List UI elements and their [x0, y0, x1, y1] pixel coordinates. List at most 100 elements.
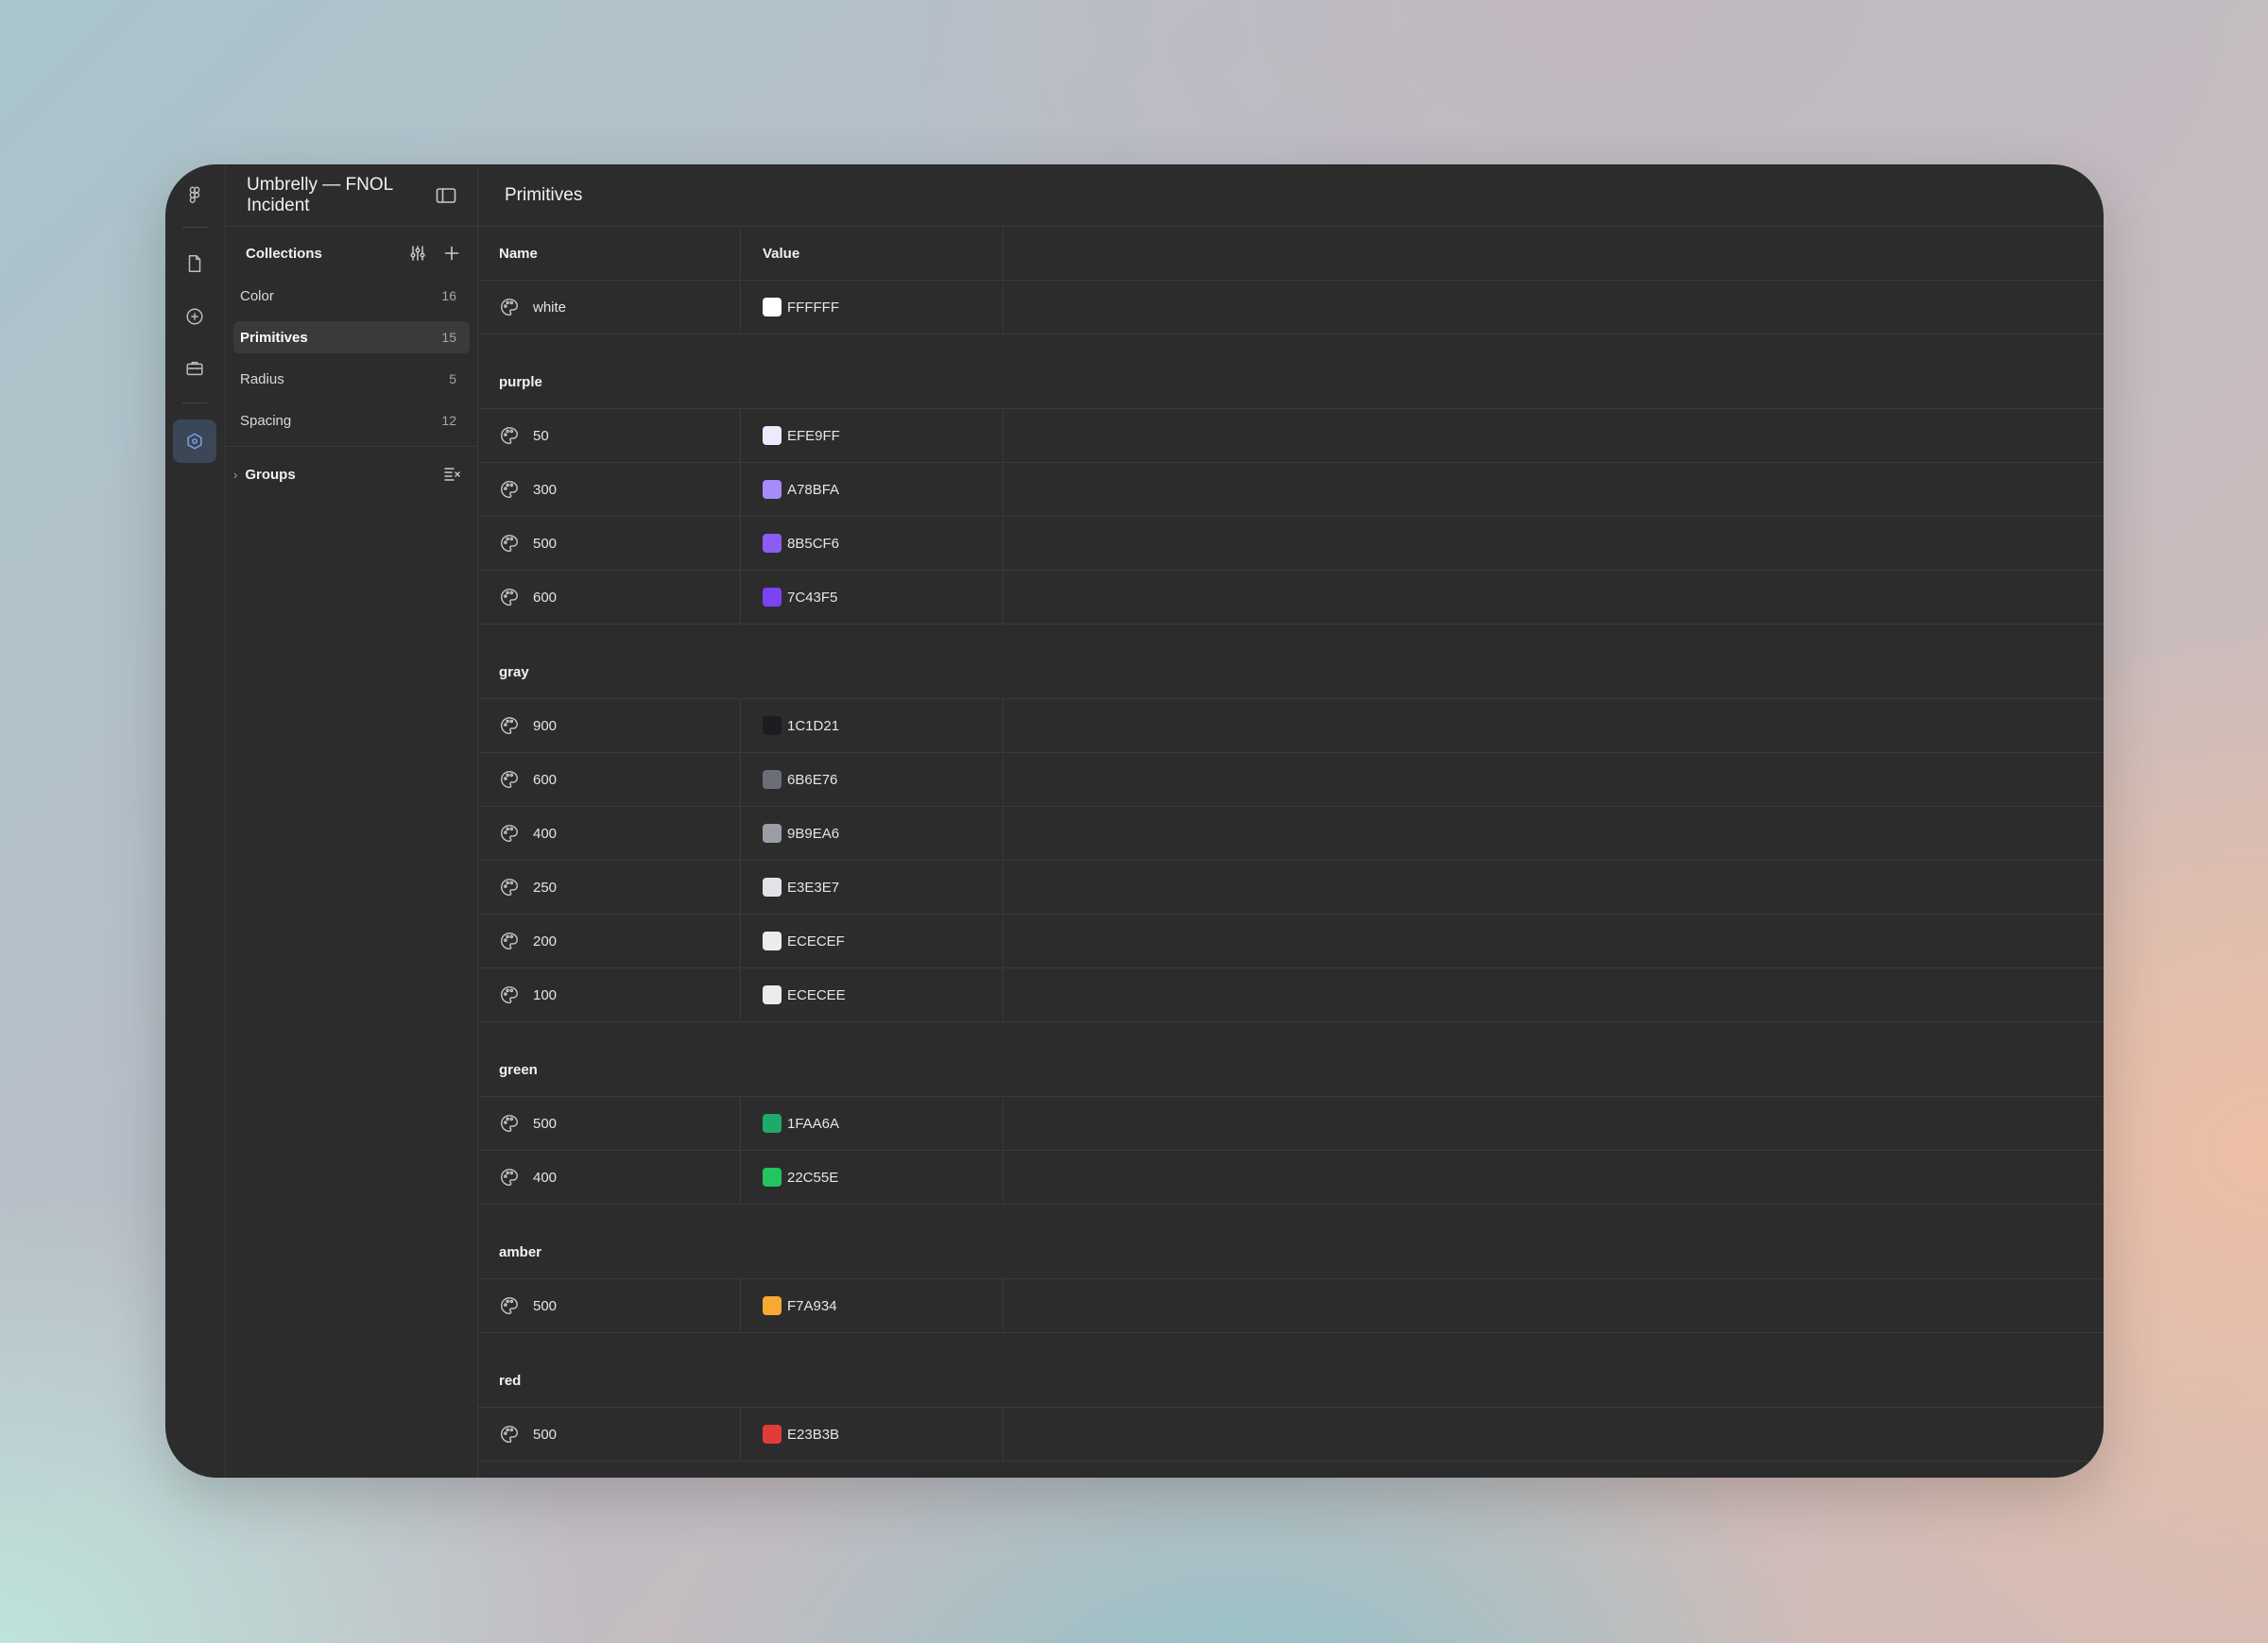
- variable-value-cell[interactable]: 8B5CF6: [741, 517, 1004, 570]
- variable-value-cell[interactable]: E3E3E7: [741, 861, 1004, 914]
- collection-item-color[interactable]: Color 16: [233, 280, 470, 312]
- variable-name: 400: [533, 825, 558, 842]
- variable-name-cell[interactable]: 300: [478, 463, 741, 516]
- collections-panel: Umbrelly — FNOL Incident Collections Col…: [226, 164, 478, 1478]
- collection-count: 5: [449, 371, 456, 386]
- variable-name-cell[interactable]: 50: [478, 409, 741, 462]
- variable-name-cell[interactable]: 500: [478, 1097, 741, 1150]
- color-swatch[interactable]: [763, 534, 782, 553]
- empty-cell: [1004, 517, 2104, 570]
- color-swatch[interactable]: [763, 1168, 782, 1187]
- variable-name-cell[interactable]: 250: [478, 861, 741, 914]
- table-row[interactable]: 50 EFE9FF: [478, 409, 2104, 463]
- variable-name-cell[interactable]: 500: [478, 1279, 741, 1332]
- color-swatch[interactable]: [763, 1296, 782, 1315]
- table-row[interactable]: 200 ECECEF: [478, 915, 2104, 968]
- table-row[interactable]: 100 ECECEE: [478, 968, 2104, 1022]
- group-header-amber: amber: [478, 1205, 2104, 1279]
- color-swatch[interactable]: [763, 426, 782, 445]
- variable-value-cell[interactable]: 9B9EA6: [741, 807, 1004, 860]
- chevron-right-icon[interactable]: ›: [233, 468, 237, 482]
- figma-logo-icon[interactable]: [173, 174, 216, 217]
- add-circle-icon[interactable]: [173, 295, 216, 338]
- collection-item-radius[interactable]: Radius 5: [233, 363, 470, 395]
- table-row[interactable]: 400 9B9EA6: [478, 807, 2104, 861]
- color-swatch[interactable]: [763, 480, 782, 499]
- groups-label: Groups: [245, 466, 296, 483]
- variables-table-area: Primitives Name Value white FFFFFF purple 5…: [478, 164, 2104, 1478]
- groups-header[interactable]: › Groups: [226, 447, 477, 502]
- adjust-icon[interactable]: [409, 245, 426, 262]
- variable-value-cell[interactable]: 22C55E: [741, 1151, 1004, 1204]
- variable-value-cell[interactable]: 1FAA6A: [741, 1097, 1004, 1150]
- variable-name-cell[interactable]: 500: [478, 517, 741, 570]
- variable-name-cell[interactable]: 200: [478, 915, 741, 967]
- app-window: Umbrelly — FNOL Incident Collections Col…: [165, 164, 2104, 1478]
- color-swatch[interactable]: [763, 1425, 782, 1444]
- toolbox-icon[interactable]: [173, 347, 216, 390]
- variable-value: 22C55E: [787, 1169, 839, 1186]
- color-swatch[interactable]: [763, 770, 782, 789]
- icon-rail: [165, 164, 226, 1478]
- palette-icon: [499, 931, 520, 951]
- color-swatch[interactable]: [763, 298, 782, 317]
- color-swatch[interactable]: [763, 588, 782, 607]
- variable-value-cell[interactable]: F7A934: [741, 1279, 1004, 1332]
- add-collection-icon[interactable]: [443, 245, 460, 262]
- collection-item-primitives[interactable]: Primitives 15: [233, 321, 470, 353]
- variable-value-cell[interactable]: E23B3B: [741, 1408, 1004, 1461]
- variable-name: 600: [533, 589, 558, 606]
- variable-value-cell[interactable]: ECECEF: [741, 915, 1004, 967]
- color-swatch[interactable]: [763, 932, 782, 950]
- variable-name-cell[interactable]: white: [478, 281, 741, 334]
- variable-name-cell[interactable]: 100: [478, 968, 741, 1021]
- collapse-groups-icon[interactable]: [443, 466, 462, 483]
- variable-value: 8B5CF6: [787, 535, 840, 552]
- variable-name-cell[interactable]: 400: [478, 807, 741, 860]
- table-row[interactable]: 500 1FAA6A: [478, 1097, 2104, 1151]
- table-row[interactable]: 600 6B6E76: [478, 753, 2104, 807]
- table-row[interactable]: white FFFFFF: [478, 281, 2104, 334]
- table-row[interactable]: 300 A78BFA: [478, 463, 2104, 517]
- variable-value: A78BFA: [787, 481, 840, 498]
- table-row[interactable]: 250 E3E3E7: [478, 861, 2104, 915]
- table-row[interactable]: 500 E23B3B: [478, 1408, 2104, 1462]
- variable-value-cell[interactable]: FFFFFF: [741, 281, 1004, 334]
- color-swatch[interactable]: [763, 985, 782, 1004]
- variable-name-cell[interactable]: 400: [478, 1151, 741, 1204]
- variable-name-cell[interactable]: 500: [478, 1408, 741, 1461]
- variable-value-cell[interactable]: ECECEE: [741, 968, 1004, 1021]
- variable-value-cell[interactable]: 7C43F5: [741, 571, 1004, 624]
- table-row[interactable]: 400 22C55E: [478, 1151, 2104, 1205]
- variable-value: 9B9EA6: [787, 825, 840, 842]
- variables-icon[interactable]: [173, 419, 216, 463]
- page-title: Primitives: [478, 164, 2104, 227]
- file-icon[interactable]: [173, 242, 216, 285]
- table-row[interactable]: 600 7C43F5: [478, 571, 2104, 625]
- color-swatch[interactable]: [763, 878, 782, 897]
- variable-value-cell[interactable]: 6B6E76: [741, 753, 1004, 806]
- sidebar-toggle-icon[interactable]: [436, 187, 456, 204]
- table-row[interactable]: 500 8B5CF6: [478, 517, 2104, 571]
- variable-name-cell[interactable]: 900: [478, 699, 741, 752]
- color-swatch[interactable]: [763, 716, 782, 735]
- palette-icon: [499, 769, 520, 790]
- variable-value-cell[interactable]: A78BFA: [741, 463, 1004, 516]
- color-swatch[interactable]: [763, 1114, 782, 1133]
- group-header-red: red: [478, 1333, 2104, 1408]
- variable-name: 900: [533, 717, 558, 734]
- variable-name: 250: [533, 879, 558, 896]
- variable-name-cell[interactable]: 600: [478, 571, 741, 624]
- rail-divider: [182, 402, 207, 403]
- table-row[interactable]: 500 F7A934: [478, 1279, 2104, 1333]
- palette-icon: [499, 877, 520, 898]
- collection-item-spacing[interactable]: Spacing 12: [233, 404, 470, 436]
- variable-value-cell[interactable]: EFE9FF: [741, 409, 1004, 462]
- empty-cell: [1004, 409, 2104, 462]
- color-swatch[interactable]: [763, 824, 782, 843]
- variable-name-cell[interactable]: 600: [478, 753, 741, 806]
- empty-cell: [1004, 463, 2104, 516]
- table-row[interactable]: 900 1C1D21: [478, 699, 2104, 753]
- group-header-green: green: [478, 1022, 2104, 1097]
- variable-value-cell[interactable]: 1C1D21: [741, 699, 1004, 752]
